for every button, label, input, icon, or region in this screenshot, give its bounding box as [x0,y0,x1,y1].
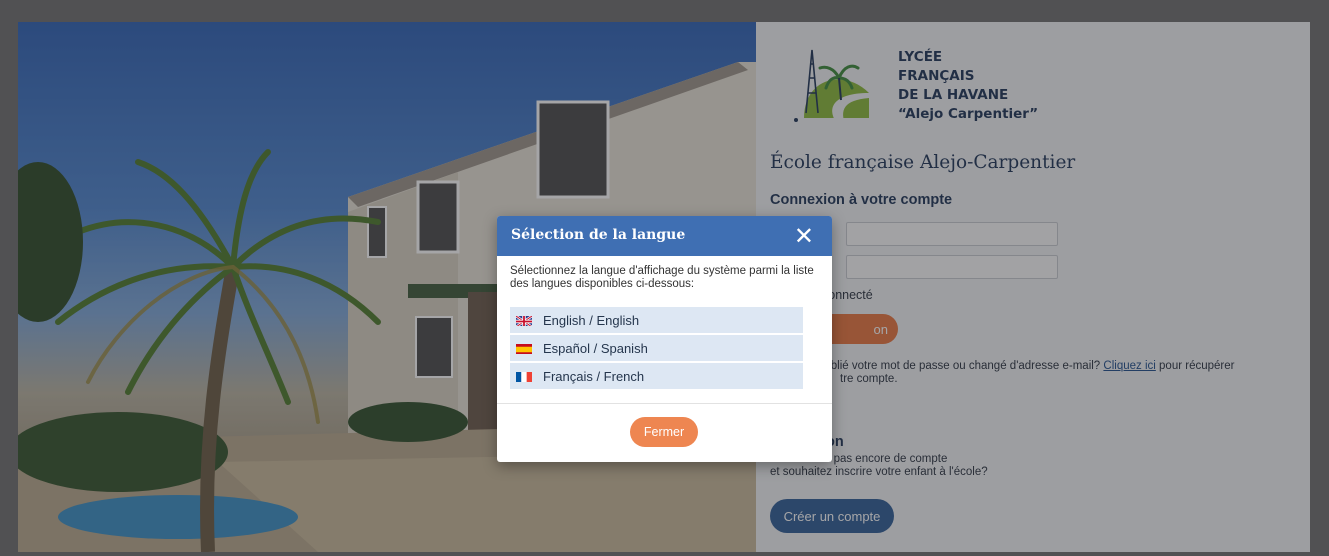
language-selection-dialog: Sélection de la langue ✕ Sélectionnez la… [497,216,832,462]
language-option-spanish[interactable]: Español / Spanish [510,335,803,361]
language-list: English / English Español / Spanish Fran… [510,307,803,391]
dialog-divider [497,403,832,404]
spain-flag-icon [516,343,532,354]
close-icon[interactable]: ✕ [794,222,814,250]
dialog-header: Sélection de la langue ✕ [497,216,832,256]
uk-flag-icon [516,314,532,326]
dialog-title: Sélection de la langue [511,227,686,243]
close-dialog-button[interactable]: Fermer [630,417,698,447]
language-label: Español / Spanish [543,340,648,356]
language-option-english[interactable]: English / English [510,307,803,333]
language-option-french[interactable]: Français / French [510,363,803,389]
dialog-description: Sélectionnez la langue d'affichage du sy… [510,265,814,290]
france-flag-icon [516,371,532,382]
language-label: English / English [543,312,640,328]
language-label: Français / French [543,368,645,384]
